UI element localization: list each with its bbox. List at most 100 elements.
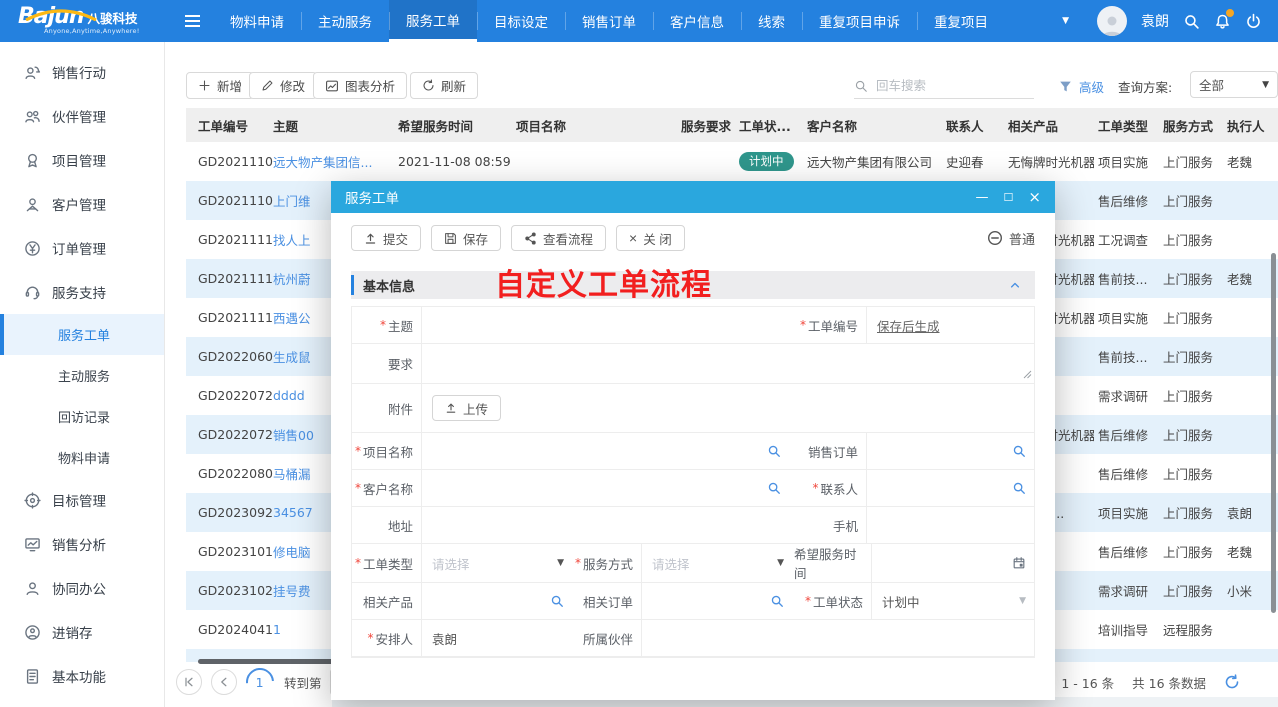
sidebar-item-10[interactable]: 基本功能 — [0, 654, 164, 698]
subject-link[interactable]: 西遇公 — [273, 311, 311, 326]
expect-time-picker[interactable] — [871, 544, 1036, 582]
column-header-7[interactable]: 联系人 — [946, 116, 1004, 135]
subject-link[interactable]: 修电脑 — [273, 545, 311, 560]
table-row[interactable]: GD20211101002远大物产集团信...2021-11-08 08:59计… — [186, 142, 1278, 181]
avatar[interactable] — [1097, 6, 1127, 36]
close-icon[interactable]: × — [1028, 188, 1041, 206]
related-product-lookup[interactable] — [421, 583, 574, 619]
search-lookup-icon[interactable] — [767, 444, 781, 458]
nav-tab-5[interactable]: 客户信息 — [653, 0, 741, 42]
column-header-9[interactable]: 工单类型 — [1094, 116, 1159, 135]
nav-tab-2[interactable]: 服务工单 — [389, 0, 477, 42]
maximize-icon[interactable]: ☐ — [1004, 191, 1014, 204]
order-type-select[interactable]: 请选择▼ — [421, 544, 574, 582]
search-lookup-icon[interactable] — [1012, 481, 1026, 495]
sidebar-subitem-1[interactable]: 主动服务 — [0, 355, 164, 396]
menu-toggle-icon[interactable] — [184, 14, 201, 28]
subject-link[interactable]: dddd — [273, 388, 305, 403]
related-order-lookup[interactable] — [641, 583, 794, 619]
sidebar-item-6[interactable]: 目标管理 — [0, 478, 164, 522]
sidebar-item-3[interactable]: 客户管理 — [0, 182, 164, 226]
sidebar-item-0[interactable]: 销售行动 — [0, 50, 164, 94]
search-lookup-icon[interactable] — [767, 481, 781, 495]
subject-link[interactable]: 销售00 — [273, 428, 314, 443]
user-name[interactable]: 袁朗 — [1141, 11, 1169, 31]
sidebar-item-2[interactable]: 项目管理 — [0, 138, 164, 182]
sidebar-subitem-3[interactable]: 物料申请 — [0, 437, 164, 478]
sidebar-item-7[interactable]: 销售分析 — [0, 522, 164, 566]
requirement-textarea[interactable] — [421, 344, 1036, 383]
column-header-0[interactable]: 工单编号 — [186, 116, 273, 135]
column-header-10[interactable]: 服务方式 — [1159, 116, 1223, 135]
search-lookup-icon[interactable] — [550, 594, 564, 608]
sidebar-subitem-0[interactable]: 服务工单 — [0, 314, 164, 355]
collapse-chevron-icon[interactable] — [1009, 279, 1021, 291]
nav-tab-3[interactable]: 目标设定 — [477, 0, 565, 42]
vertical-scrollbar[interactable] — [1271, 253, 1276, 613]
column-header-11[interactable]: 执行人 — [1223, 116, 1271, 135]
column-header-3[interactable]: 项目名称 — [511, 116, 673, 135]
subject-input[interactable] — [421, 307, 791, 343]
subject-link[interactable]: 远大物产集团信... — [273, 155, 372, 170]
priority-toggle[interactable]: 普通 — [987, 229, 1035, 248]
submit-button[interactable]: 提交 — [351, 225, 421, 251]
sidebar-item-1[interactable]: 伙伴管理 — [0, 94, 164, 138]
search-icon[interactable] — [1183, 13, 1200, 30]
service-method-select[interactable]: 请选择▼ — [641, 544, 794, 582]
column-header-6[interactable]: 客户名称 — [799, 116, 946, 135]
nav-tab-4[interactable]: 销售订单 — [565, 0, 653, 42]
subject-link[interactable]: 1 — [273, 622, 281, 637]
minimize-icon[interactable]: — — [976, 190, 989, 205]
nav-tab-1[interactable]: 主动服务 — [301, 0, 389, 42]
nav-tab-0[interactable]: 物料申请 — [213, 0, 301, 42]
list-toolbar-button-0[interactable]: 新增 — [186, 72, 254, 99]
sidebar-item-4[interactable]: 订单管理 — [0, 226, 164, 270]
subject-link[interactable]: 上门维 — [273, 194, 311, 209]
list-toolbar-button-2[interactable]: 图表分析 — [313, 72, 407, 99]
view-flow-button[interactable]: 查看流程 — [511, 225, 606, 251]
nav-more-caret-icon[interactable]: ▼ — [1062, 16, 1069, 26]
address-input[interactable] — [421, 507, 791, 543]
assignee-value[interactable]: 袁朗 — [421, 620, 574, 656]
resize-handle-icon[interactable] — [1023, 370, 1032, 379]
column-header-2[interactable]: 希望服务时间 — [396, 116, 511, 135]
subject-link[interactable]: 挂号费 — [273, 584, 311, 599]
subject-link[interactable]: 34567 — [273, 505, 313, 520]
search-input[interactable] — [874, 78, 1018, 94]
filter-funnel-icon[interactable] — [1059, 80, 1072, 93]
column-header-4[interactable]: 服务要求 — [673, 116, 739, 135]
sidebar-subitem-2[interactable]: 回访记录 — [0, 396, 164, 437]
sidebar-item-8[interactable]: 协同办公 — [0, 566, 164, 610]
sidebar-item-5[interactable]: 服务支持 — [0, 270, 164, 314]
query-plan-select[interactable]: 全部▼ — [1190, 71, 1278, 98]
nav-tab-6[interactable]: 线索 — [741, 0, 802, 42]
close-workorder-button[interactable]: × 关 闭 — [616, 225, 685, 251]
calendar-icon[interactable] — [1012, 556, 1026, 570]
nav-tab-7[interactable]: 重复项目申诉 — [802, 0, 917, 42]
contact-lookup[interactable] — [866, 470, 1036, 506]
first-page-button[interactable] — [176, 669, 202, 695]
project-lookup[interactable] — [421, 433, 791, 469]
notifications-bell-icon[interactable] — [1214, 13, 1231, 30]
search-lookup-icon[interactable] — [770, 594, 784, 608]
logout-power-icon[interactable] — [1245, 13, 1262, 30]
mobile-input[interactable] — [866, 507, 1036, 543]
refresh-list-icon[interactable] — [1224, 674, 1240, 690]
customer-lookup[interactable] — [421, 470, 791, 506]
save-button[interactable]: 保存 — [431, 225, 501, 251]
column-header-1[interactable]: 主题 — [273, 116, 396, 135]
list-toolbar-button-1[interactable]: 修改 — [249, 72, 317, 99]
subject-link[interactable]: 马桶漏 — [273, 467, 311, 482]
column-header-5[interactable]: 工单状... — [739, 116, 799, 135]
column-header-8[interactable]: 相关产品 — [1004, 116, 1094, 135]
prev-page-button[interactable] — [211, 669, 237, 695]
current-page-indicator[interactable]: 1 — [240, 662, 279, 701]
advanced-search-link[interactable]: 高级 — [1079, 77, 1104, 96]
subject-link[interactable]: 生成鼠 — [273, 350, 311, 365]
nav-tab-8[interactable]: 重复项目 — [917, 0, 1005, 42]
list-toolbar-button-3[interactable]: 刷新 — [410, 72, 478, 99]
partner-input[interactable] — [641, 620, 1036, 656]
order-status-select[interactable]: 计划中▼ — [871, 583, 1036, 619]
sales-order-lookup[interactable] — [866, 433, 1036, 469]
sidebar-item-9[interactable]: 进销存 — [0, 610, 164, 654]
